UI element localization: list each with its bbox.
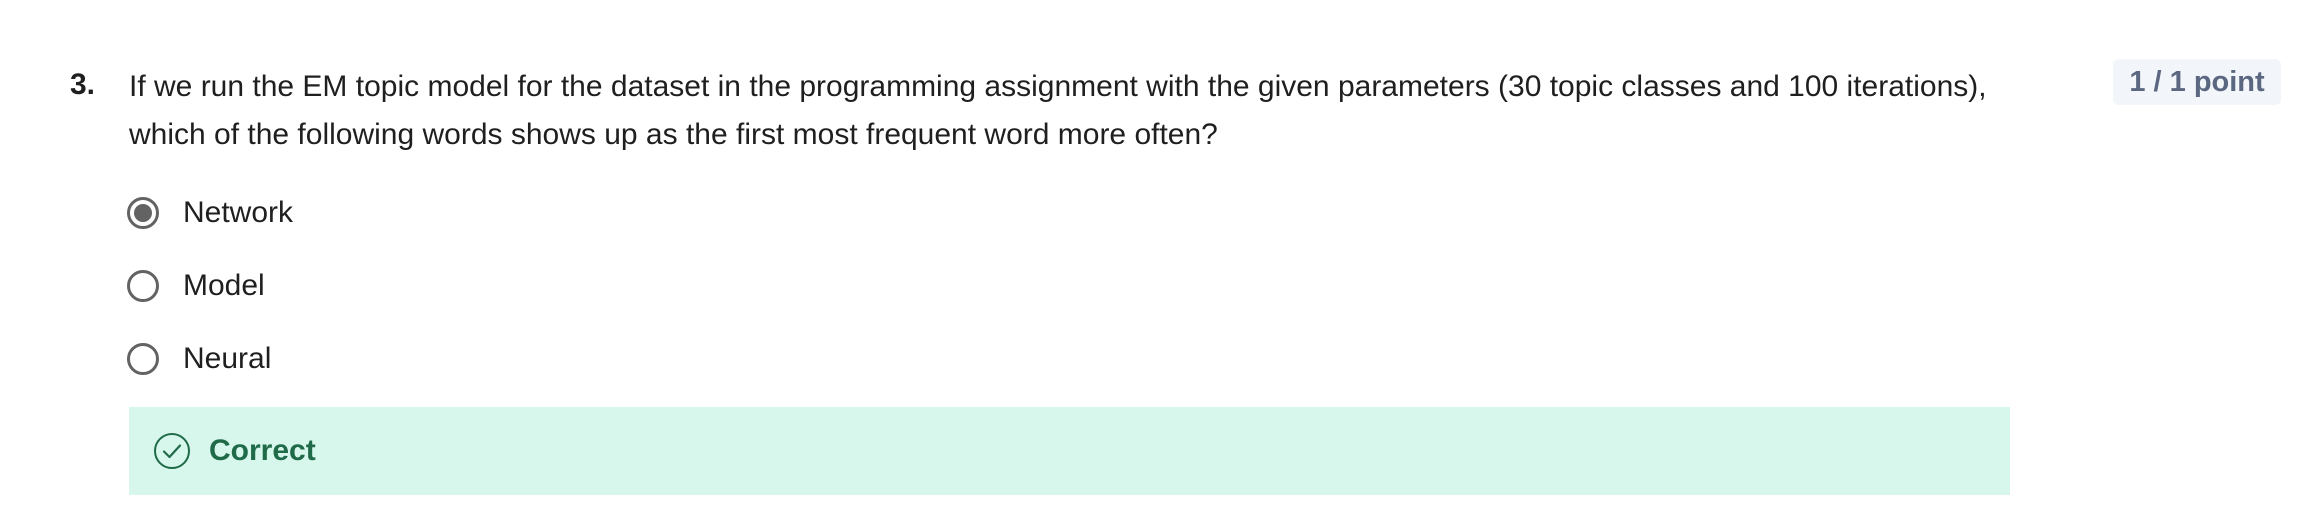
radio-unselected-icon[interactable] [127, 343, 159, 375]
quiz-question-page: 3. If we run the EM topic model for the … [0, 0, 2300, 516]
option-model[interactable]: Model [127, 263, 293, 309]
feedback-banner: Correct [129, 407, 2010, 495]
option-label: Neural [183, 342, 272, 375]
option-label: Network [183, 196, 294, 229]
answer-options: Network Model Neural [127, 190, 293, 409]
option-network[interactable]: Network [127, 190, 293, 236]
option-label: Model [183, 269, 265, 302]
feedback-label: Correct [209, 434, 316, 467]
option-neural[interactable]: Neural [127, 336, 293, 382]
points-badge: 1 / 1 point [2113, 59, 2281, 105]
radio-dot [134, 204, 152, 222]
question-text: If we run the EM topic model for the dat… [129, 70, 1987, 151]
question-number: 3. [70, 68, 96, 101]
check-circle-icon [153, 432, 191, 470]
radio-selected-icon[interactable] [127, 197, 159, 229]
radio-unselected-icon[interactable] [127, 270, 159, 302]
